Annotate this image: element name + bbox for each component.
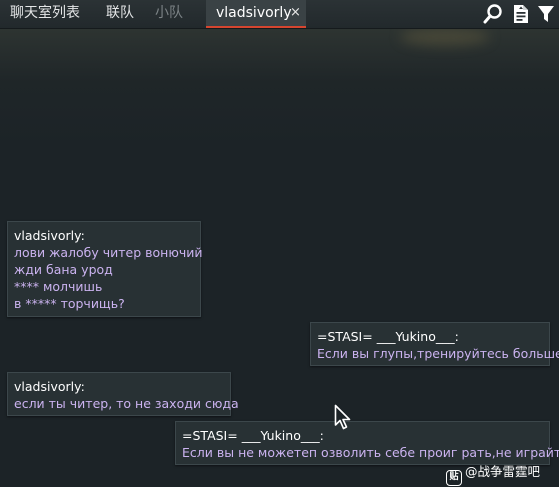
tab-chatroom-list[interactable]: 聊天室列表 — [10, 0, 80, 26]
chat-message: =STASI= ___Yukino___: Если вы не можетеп… — [175, 421, 559, 465]
tab-private-chat[interactable]: vladsivorly × — [206, 0, 306, 28]
watermark-text: @战争雷霆吧 — [465, 464, 541, 479]
chat-message: =STASI= ___Yukino___: Если вы глупы,трен… — [310, 322, 559, 366]
tab-squadron[interactable]: 联队 — [106, 0, 134, 26]
document-icon[interactable] — [510, 3, 532, 25]
background-glow — [0, 28, 559, 148]
search-icon[interactable] — [482, 3, 504, 25]
message-sender: =STASI= ___Yukino___: — [182, 428, 324, 443]
message-text: Если вы не можетеп озволить себе проиг р… — [182, 445, 559, 460]
filter-icon[interactable] — [535, 3, 557, 25]
message-text: лови жалобу читер вонючий — [14, 245, 203, 260]
message-sender: =STASI= ___Yukino___: — [317, 329, 459, 344]
watermark: 贴 @战争雷霆吧 — [446, 462, 541, 486]
message-text: в ***** торчищь? — [14, 296, 125, 311]
message-text: **** молчишь — [14, 279, 103, 294]
message-text: Если вы глупы,тренируйтесь больше — [317, 346, 559, 361]
tab-bar: 聊天室列表 联队 小队 vladsivorly × — [0, 0, 559, 29]
message-text: жди бана урод — [14, 262, 113, 277]
tab-squad[interactable]: 小队 — [155, 0, 183, 26]
close-icon[interactable]: × — [290, 0, 301, 26]
tab-private-chat-label: vladsivorly — [216, 5, 292, 21]
tieba-logo-icon: 贴 — [446, 470, 462, 486]
chat-message: vladsivorly: лови жалобу читер вонючий ж… — [7, 221, 203, 317]
background-blob — [400, 28, 490, 46]
message-sender: vladsivorly: — [14, 379, 85, 394]
chat-message: vladsivorly: если ты читер, то не заходи… — [7, 372, 239, 416]
mouse-cursor-icon — [334, 404, 351, 430]
message-text: если ты читер, то не заходи сюда — [14, 396, 239, 411]
message-sender: vladsivorly: — [14, 228, 85, 243]
